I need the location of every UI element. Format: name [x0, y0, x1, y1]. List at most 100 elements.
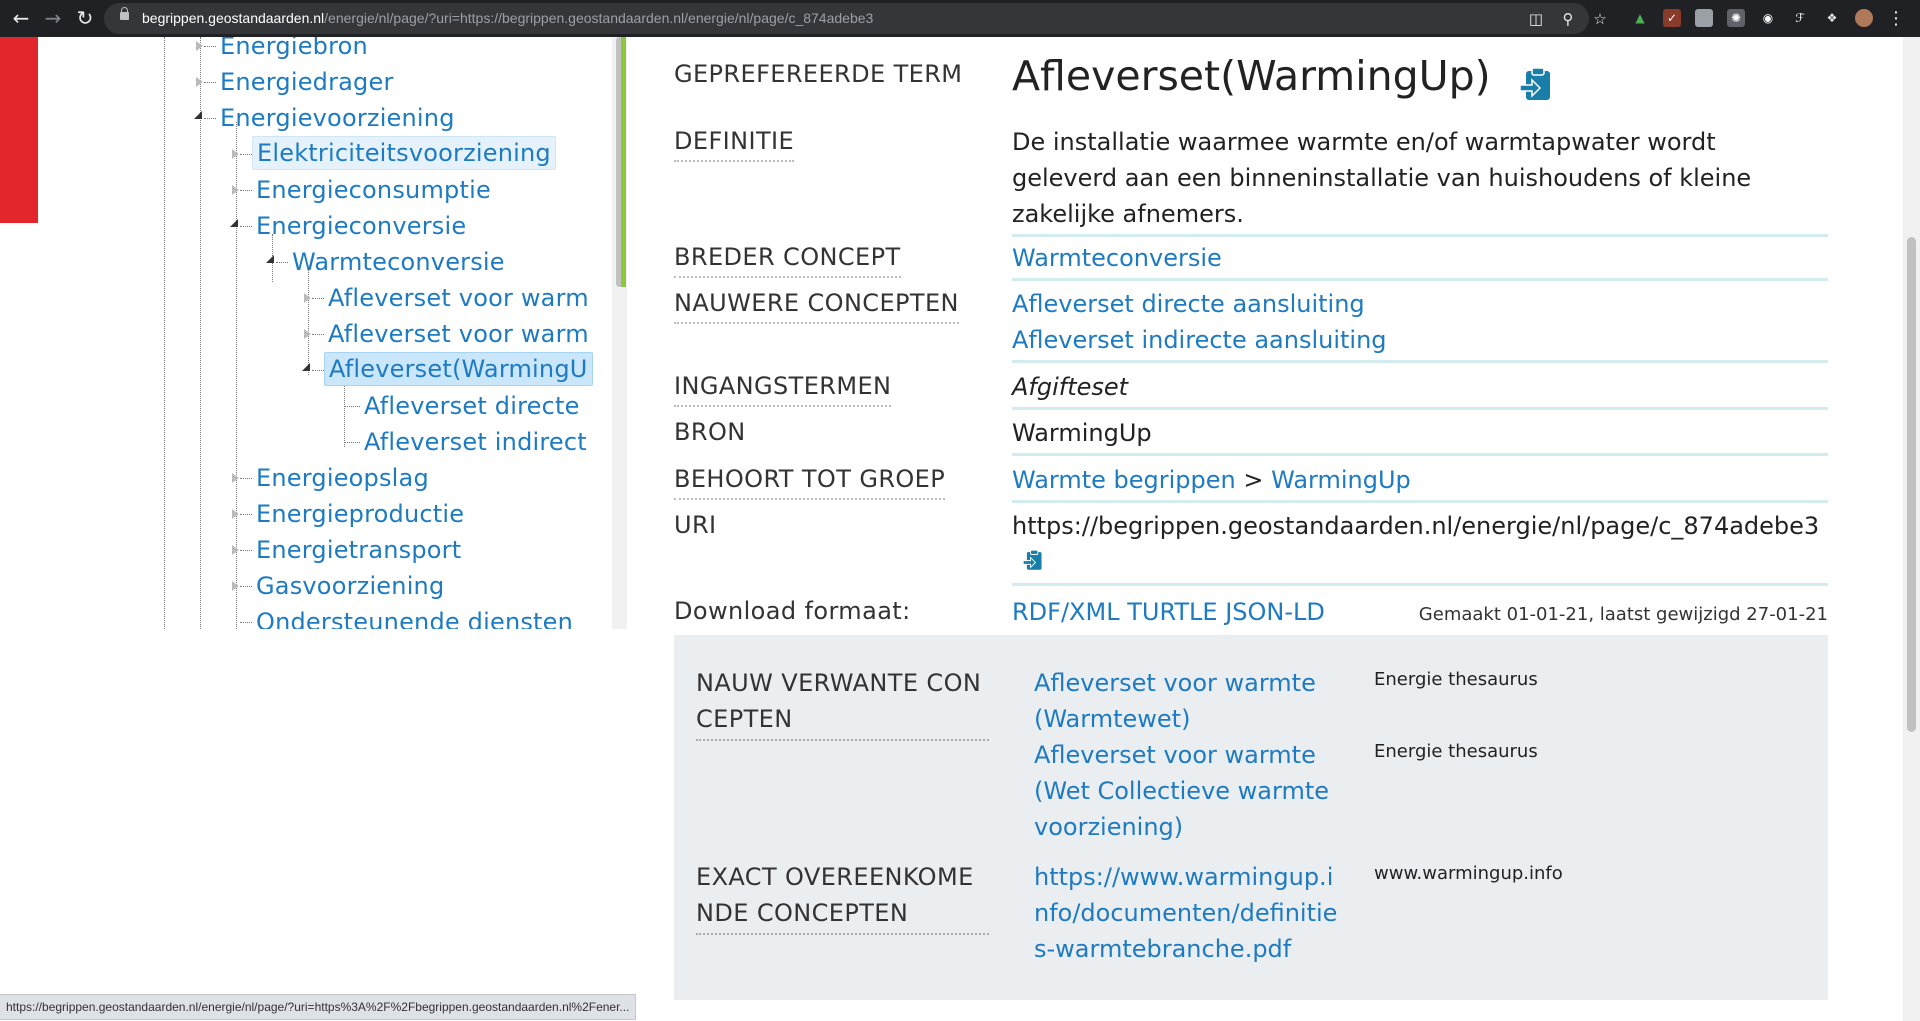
copy-uri-icon[interactable] [1022, 545, 1044, 581]
tree-node[interactable]: Energiebron [216, 37, 372, 62]
status-bar-url: https://begrippen.geostandaarden.nl/ener… [0, 994, 637, 1020]
tree-node[interactable]: Afleverset indirect [360, 426, 591, 458]
entry-terms-row: INGANGSTERMEN Afgifteset [674, 369, 1828, 410]
collapsed-arrow-icon[interactable] [304, 293, 311, 303]
tree-node[interactable]: Warmteconversie [288, 246, 509, 278]
modified-meta: Gemaakt 01-01-21, laatst gewijzigd 27-01… [1418, 604, 1828, 625]
preferred-term-value: Afleverset(WarmingUp) [1012, 52, 1491, 100]
collapsed-arrow-icon[interactable] [196, 41, 203, 51]
broader-concept-link[interactable]: Warmteconversie [1012, 244, 1222, 272]
group-row: BEHOORT TOT GROEP Warmte begrippen > War… [674, 462, 1828, 503]
zoom-icon[interactable]: ⚲ [1558, 9, 1578, 29]
definition-label: DEFINITIE [674, 124, 795, 162]
source-value: WarmingUp [1012, 415, 1828, 456]
source-label: BRON [674, 418, 746, 446]
collapsed-arrow-icon[interactable] [232, 149, 239, 159]
uri-value: https://begrippen.geostandaarden.nl/ener… [1012, 512, 1820, 540]
download-jsonld-link[interactable]: JSON-LD [1225, 598, 1325, 626]
tree-node[interactable]: Afleverset directe [360, 390, 584, 422]
uri-label: URI [674, 511, 717, 539]
tree-node[interactable]: Gasvoorziening [252, 570, 448, 602]
drive-icon[interactable]: ▲ [1631, 9, 1649, 27]
tree-node[interactable]: Energiedrager [216, 66, 398, 98]
back-icon[interactable]: ← [8, 5, 34, 31]
uri-row: URI https://begrippen.geostandaarden.nl/… [674, 508, 1828, 588]
concept-tree: Energiebron Energiedrager Energievoorzie… [160, 37, 629, 629]
url-host: begrippen.geostandaarden.nl [142, 10, 325, 26]
group-label: BEHOORT TOT GROEP [674, 462, 946, 500]
menu-icon[interactable]: ⋮ [1887, 8, 1905, 29]
url-path: /energie/nl/page/?uri=https://begrippen.… [324, 10, 874, 26]
entry-terms-value: Afgifteset [1012, 369, 1828, 410]
close-match-source: Energie thesaurus [1374, 741, 1538, 762]
bookmark-star-icon[interactable]: ☆ [1590, 9, 1610, 29]
tree-node[interactable]: Energietransport [252, 534, 465, 566]
tree-node[interactable]: Energieopslag [252, 462, 433, 494]
lock-icon [120, 7, 129, 20]
close-match-link[interactable]: Afleverset voor warmte(Wet Collectieve w… [1034, 737, 1339, 845]
extension-icon[interactable]: ℱ [1791, 9, 1809, 27]
narrower-label: NAUWERE CONCEPTEN [674, 286, 959, 324]
narrower-value-wrap: Afleverset directe aansluiting Afleverse… [1012, 286, 1828, 363]
extension-icon[interactable]: ◉ [1759, 9, 1777, 27]
extension-icon[interactable] [1695, 9, 1713, 27]
download-turtle-link[interactable]: TURTLE [1127, 598, 1217, 626]
group-link[interactable]: WarmingUp [1271, 466, 1411, 494]
collapsed-arrow-icon[interactable] [232, 185, 239, 195]
entry-terms-label: INGANGSTERMEN [674, 369, 892, 407]
preferred-term-label: GEPREFEREERDE TERM [674, 60, 963, 88]
close-match-link[interactable]: Afleverset voor warmte(Warmtewet) [1034, 665, 1339, 737]
preferred-term-value-wrap: Afleverset(WarmingUp) [1012, 51, 1554, 106]
narrower-concept-link[interactable]: Afleverset directe aansluiting [1012, 286, 1828, 322]
broader-value-wrap: Warmteconversie [1012, 240, 1828, 281]
download-rdf-link[interactable]: RDF/XML [1012, 598, 1120, 626]
tree-node[interactable]: Energieproductie [252, 498, 468, 530]
collapsed-arrow-icon[interactable] [232, 473, 239, 483]
tree-node-selected[interactable]: Afleverset(WarmingU [324, 352, 593, 386]
tree-node[interactable]: Energieconversie [252, 210, 470, 242]
tree-node[interactable]: Ondersteunende diensten [252, 606, 577, 629]
group-link[interactable]: Warmte begrippen [1012, 466, 1236, 494]
collapsed-arrow-icon[interactable] [196, 77, 203, 87]
related-concepts-panel: NAUW VERWANTE CONCEPTEN Afleverset voor … [674, 635, 1828, 1000]
tree-node[interactable]: Energieconsumptie [252, 174, 495, 206]
source-row: BRON WarmingUp [674, 415, 1828, 456]
collapsed-arrow-icon[interactable] [232, 545, 239, 555]
avatar[interactable] [1855, 9, 1873, 27]
translate-icon[interactable]: ◫ [1526, 9, 1546, 29]
extension-icon[interactable]: ✺ [1727, 9, 1745, 27]
group-value-wrap: Warmte begrippen > WarmingUp [1012, 462, 1828, 503]
expanded-arrow-icon[interactable] [230, 219, 238, 227]
group-separator: > [1243, 466, 1264, 494]
download-row: Download formaat: RDF/XML TURTLE JSON-LD… [674, 594, 1828, 634]
expanded-arrow-icon[interactable] [302, 363, 310, 371]
expanded-arrow-icon[interactable] [266, 255, 274, 263]
broader-label: BREDER CONCEPT [674, 240, 901, 278]
exact-match-link[interactable]: https://www.warmingup.info/documenten/de… [1034, 859, 1339, 967]
exact-match-source: www.warmingup.info [1374, 863, 1563, 884]
tree-node[interactable]: Afleverset voor warm [324, 282, 593, 314]
tree-node[interactable]: Energievoorziening [216, 102, 459, 134]
uri-value-wrap: https://begrippen.geostandaarden.nl/ener… [1012, 508, 1828, 586]
url-text: begrippen.geostandaarden.nl/energie/nl/p… [142, 10, 873, 26]
narrower-concept-link[interactable]: Afleverset indirecte aansluiting [1012, 322, 1828, 358]
forward-icon[interactable]: → [40, 5, 66, 31]
expanded-arrow-icon[interactable] [194, 111, 202, 119]
collapsed-arrow-icon[interactable] [232, 581, 239, 591]
tree-scroll-accent [621, 37, 626, 287]
reload-icon[interactable]: ↻ [72, 5, 98, 31]
brand-bar [0, 37, 38, 223]
tree-node[interactable]: Afleverset voor warm [324, 318, 593, 350]
download-label: Download formaat: [674, 597, 911, 625]
address-bar[interactable]: begrippen.geostandaarden.nl/energie/nl/p… [104, 3, 1607, 34]
tree-node[interactable]: Elektriciteitsvoorziening [252, 136, 556, 170]
copy-clipboard-icon[interactable] [1518, 66, 1554, 106]
close-match-source: Energie thesaurus [1374, 669, 1538, 690]
page-scroll-thumb[interactable] [1907, 237, 1916, 732]
puzzle-icon[interactable]: ❖ [1823, 9, 1841, 27]
preferred-term-row: GEPREFEREERDE TERM Afleverset(WarmingUp) [674, 52, 1828, 107]
collapsed-arrow-icon[interactable] [232, 509, 239, 519]
extension-icon[interactable]: ✓ [1663, 9, 1681, 27]
collapsed-arrow-icon[interactable] [304, 329, 311, 339]
page-scrollbar[interactable] [1903, 37, 1920, 1021]
